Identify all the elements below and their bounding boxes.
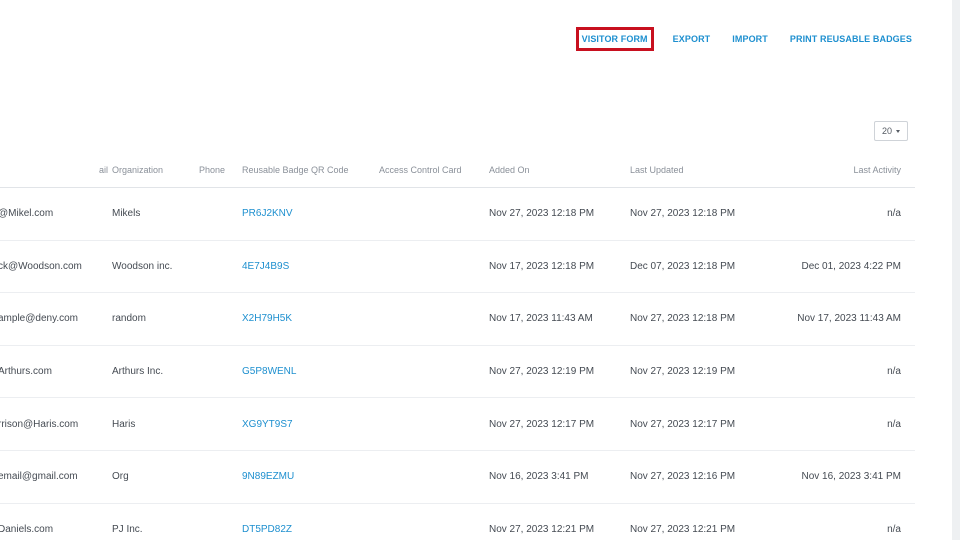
cell-access-control-card <box>379 346 483 398</box>
caret-down-icon <box>896 129 900 133</box>
cell-access-control-card <box>379 504 483 540</box>
table-body: @Mikel.com Mikels PR6J2KNV Nov 27, 2023 … <box>0 188 915 540</box>
table-row[interactable]: Daniels.com PJ Inc. DT5PD82Z Nov 27, 202… <box>0 504 915 540</box>
import-link[interactable]: IMPORT <box>728 30 772 48</box>
cell-last-activity: n/a <box>887 208 901 220</box>
cell-access-control-card <box>379 293 483 345</box>
cell-access-control-card <box>379 398 483 450</box>
cell-organization: Arthurs Inc. <box>112 366 164 378</box>
cell-email: @Mikel.com <box>0 208 54 220</box>
cell-organization: random <box>112 313 146 325</box>
table-header-row: ail Organization Phone Reusable Badge QR… <box>0 152 915 188</box>
cell-last-activity: n/a <box>887 418 901 430</box>
cell-phone <box>199 398 237 450</box>
cell-phone <box>199 293 237 345</box>
table-row[interactable]: ample@deny.com random X2H79H5K Nov 17, 2… <box>0 293 915 346</box>
table-row[interactable]: email@gmail.com Org 9N89EZMU Nov 16, 202… <box>0 451 915 504</box>
header-access-control-card[interactable]: Access Control Card <box>379 152 483 187</box>
print-reusable-badges-link[interactable]: PRINT REUSABLE BADGES <box>786 30 916 48</box>
cell-access-control-card <box>379 188 483 240</box>
cell-last-updated: Dec 07, 2023 12:18 PM <box>630 260 736 272</box>
cell-organization: Woodson inc. <box>112 260 173 272</box>
visitor-form-link[interactable]: VISITOR FORM <box>575 27 654 51</box>
cell-badge-qr-code[interactable]: G5P8WENL <box>242 346 372 398</box>
cell-access-control-card <box>379 451 483 503</box>
top-actions: VISITOR FORM EXPORT IMPORT PRINT REUSABL… <box>575 27 916 51</box>
cell-badge-qr-code[interactable]: 4E7J4B9S <box>242 241 372 293</box>
cell-added-on: Nov 17, 2023 11:43 AM <box>489 313 593 325</box>
cell-badge-qr-code[interactable]: XG9YT9S7 <box>242 398 372 450</box>
cell-added-on: Nov 27, 2023 12:19 PM <box>489 366 595 378</box>
cell-email: Arthurs.com <box>0 366 52 378</box>
visitors-table: ail Organization Phone Reusable Badge QR… <box>0 152 915 540</box>
cell-added-on: Nov 17, 2023 12:18 PM <box>489 260 595 272</box>
export-link[interactable]: EXPORT <box>669 30 715 48</box>
cell-added-on: Nov 27, 2023 12:18 PM <box>489 208 595 220</box>
cell-organization: PJ Inc. <box>112 523 143 535</box>
header-last-activity[interactable]: Last Activity <box>751 152 901 187</box>
table-row[interactable]: Arthurs.com Arthurs Inc. G5P8WENL Nov 27… <box>0 346 915 399</box>
cell-phone <box>199 451 237 503</box>
cell-phone <box>199 188 237 240</box>
cell-email: ck@Woodson.com <box>0 260 82 272</box>
cell-email: email@gmail.com <box>0 471 78 483</box>
page-scrollbar[interactable] <box>952 0 960 540</box>
cell-added-on: Nov 27, 2023 12:21 PM <box>489 523 595 535</box>
cell-badge-qr-code[interactable]: DT5PD82Z <box>242 504 372 540</box>
table-row[interactable]: ck@Woodson.com Woodson inc. 4E7J4B9S Nov… <box>0 241 915 294</box>
header-phone[interactable]: Phone <box>199 152 237 187</box>
cell-last-activity: Nov 16, 2023 3:41 PM <box>801 471 901 483</box>
cell-last-updated: Nov 27, 2023 12:18 PM <box>630 208 736 220</box>
cell-last-updated: Nov 27, 2023 12:19 PM <box>630 366 736 378</box>
cell-added-on: Nov 16, 2023 3:41 PM <box>489 471 589 483</box>
cell-added-on: Nov 27, 2023 12:17 PM <box>489 418 595 430</box>
cell-organization: Mikels <box>112 208 141 220</box>
page-size-value: 20 <box>881 126 892 136</box>
page-size-select[interactable]: 20 <box>874 121 908 141</box>
table-row[interactable]: rrison@Haris.com Haris XG9YT9S7 Nov 27, … <box>0 398 915 451</box>
cell-last-activity: Dec 01, 2023 4:22 PM <box>801 260 901 272</box>
cell-badge-qr-code[interactable]: PR6J2KNV <box>242 188 372 240</box>
cell-access-control-card <box>379 241 483 293</box>
cell-phone <box>199 241 237 293</box>
cell-last-updated: Nov 27, 2023 12:17 PM <box>630 418 736 430</box>
header-added-on[interactable]: Added On <box>489 152 624 187</box>
cell-last-activity: n/a <box>887 523 901 535</box>
cell-last-activity: n/a <box>887 366 901 378</box>
cell-email: rrison@Haris.com <box>0 418 79 430</box>
table-row[interactable]: @Mikel.com Mikels PR6J2KNV Nov 27, 2023 … <box>0 188 915 241</box>
cell-phone <box>199 504 237 540</box>
cell-badge-qr-code[interactable]: 9N89EZMU <box>242 451 372 503</box>
cell-phone <box>199 346 237 398</box>
cell-last-updated: Nov 27, 2023 12:21 PM <box>630 523 736 535</box>
cell-badge-qr-code[interactable]: X2H79H5K <box>242 293 372 345</box>
cell-email: Daniels.com <box>0 523 54 535</box>
cell-last-updated: Nov 27, 2023 12:16 PM <box>630 471 736 483</box>
visitors-page: VISITOR FORM EXPORT IMPORT PRINT REUSABL… <box>0 0 960 540</box>
header-email[interactable]: ail <box>0 152 108 187</box>
cell-last-updated: Nov 27, 2023 12:18 PM <box>630 313 736 325</box>
cell-organization: Haris <box>112 418 136 430</box>
header-badge-qr-code[interactable]: Reusable Badge QR Code <box>242 152 372 187</box>
cell-organization: Org <box>112 471 129 483</box>
cell-last-activity: Nov 17, 2023 11:43 AM <box>797 313 901 325</box>
header-organization[interactable]: Organization <box>112 152 194 187</box>
header-last-updated[interactable]: Last Updated <box>630 152 770 187</box>
cell-email: ample@deny.com <box>0 313 78 325</box>
